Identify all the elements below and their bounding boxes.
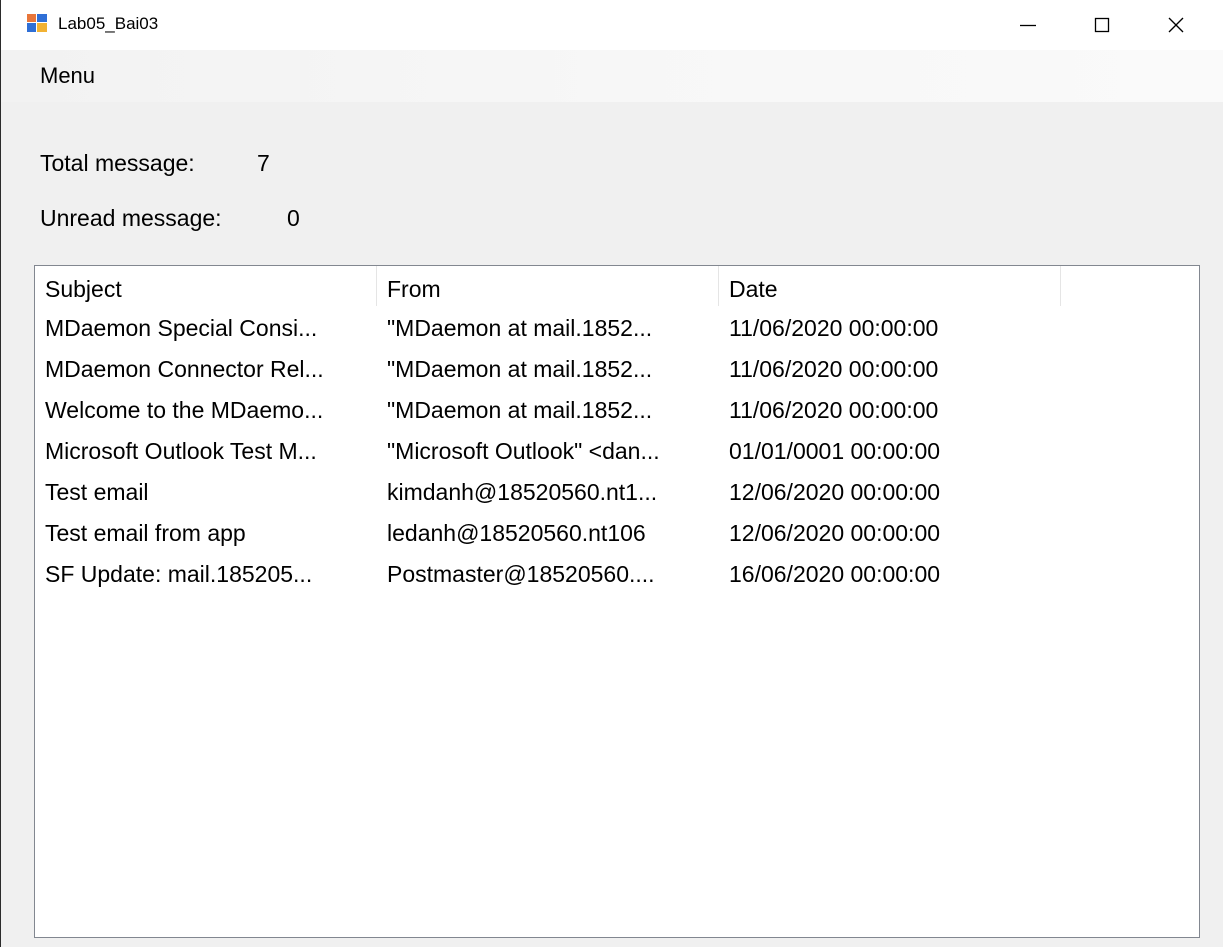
column-header-subject[interactable]: Subject — [35, 266, 377, 306]
list-item[interactable]: Test email from app ledanh@18520560.nt10… — [35, 513, 1199, 554]
cell-date: 11/06/2020 00:00:00 — [729, 397, 939, 423]
list-item[interactable]: SF Update: mail.185205... Postmaster@185… — [35, 554, 1199, 595]
list-rows: MDaemon Special Consi... "MDaemon at mai… — [35, 308, 1199, 595]
list-item[interactable]: Test email kimdanh@18520560.nt1... 12/06… — [35, 472, 1199, 513]
total-message-value: 7 — [257, 150, 270, 176]
close-button[interactable] — [1141, 0, 1211, 50]
cell-from: "MDaemon at mail.1852... — [387, 356, 653, 382]
list-item[interactable]: MDaemon Connector Rel... "MDaemon at mai… — [35, 349, 1199, 390]
cell-date: 12/06/2020 00:00:00 — [729, 520, 941, 546]
cell-subject: Microsoft Outlook Test M... — [45, 438, 317, 464]
cell-from: ledanh@18520560.nt106 — [387, 520, 646, 546]
list-item[interactable]: Welcome to the MDaemo... "MDaemon at mai… — [35, 390, 1199, 431]
cell-from: "MDaemon at mail.1852... — [387, 397, 653, 423]
window-title: Lab05_Bai03 — [58, 14, 159, 33]
list-item[interactable]: MDaemon Special Consi... "MDaemon at mai… — [35, 308, 1199, 349]
list-header: Subject From Date — [35, 266, 1199, 306]
cell-from: kimdanh@18520560.nt1... — [387, 479, 658, 505]
cell-from: "MDaemon at mail.1852... — [387, 315, 653, 341]
message-list[interactable]: Subject From Date MDaemon Special Consi.… — [34, 265, 1200, 938]
close-icon — [1168, 17, 1184, 33]
minimize-icon — [1020, 24, 1036, 27]
cell-date: 16/06/2020 00:00:00 — [729, 561, 941, 587]
cell-subject: Welcome to the MDaemo... — [45, 397, 324, 423]
cell-subject: MDaemon Connector Rel... — [45, 356, 324, 382]
cell-date: 12/06/2020 00:00:00 — [729, 479, 941, 505]
cell-from: Postmaster@18520560.... — [387, 561, 655, 587]
column-header-from[interactable]: From — [377, 266, 719, 306]
maximize-icon — [1094, 17, 1110, 33]
cell-from: "Microsoft Outlook" <dan... — [387, 438, 660, 464]
cell-date: 11/06/2020 00:00:00 — [729, 315, 939, 341]
maximize-button[interactable] — [1067, 0, 1137, 50]
minimize-button[interactable] — [993, 0, 1063, 50]
column-header-filler — [1061, 266, 1199, 306]
unread-message-label: Unread message: — [40, 205, 222, 231]
title-bar[interactable]: Lab05_Bai03 — [1, 0, 1223, 50]
cell-subject: Test email from app — [45, 520, 246, 546]
total-message-label: Total message: — [40, 150, 195, 176]
cell-subject: SF Update: mail.185205... — [45, 561, 313, 587]
menu-bar: Menu — [1, 50, 1223, 102]
list-item[interactable]: Microsoft Outlook Test M... "Microsoft O… — [35, 431, 1199, 472]
app-icon — [27, 14, 47, 32]
cell-date: 11/06/2020 00:00:00 — [729, 356, 939, 382]
column-header-date[interactable]: Date — [719, 266, 1061, 306]
cell-subject: MDaemon Special Consi... — [45, 315, 318, 341]
unread-message-value: 0 — [287, 205, 300, 231]
menu-item-menu[interactable]: Menu — [33, 60, 102, 92]
cell-subject: Test email — [45, 479, 149, 505]
cell-date: 01/01/0001 00:00:00 — [729, 438, 941, 464]
main-window: Lab05_Bai03 Menu Total message: 7 Unread… — [0, 0, 1223, 947]
